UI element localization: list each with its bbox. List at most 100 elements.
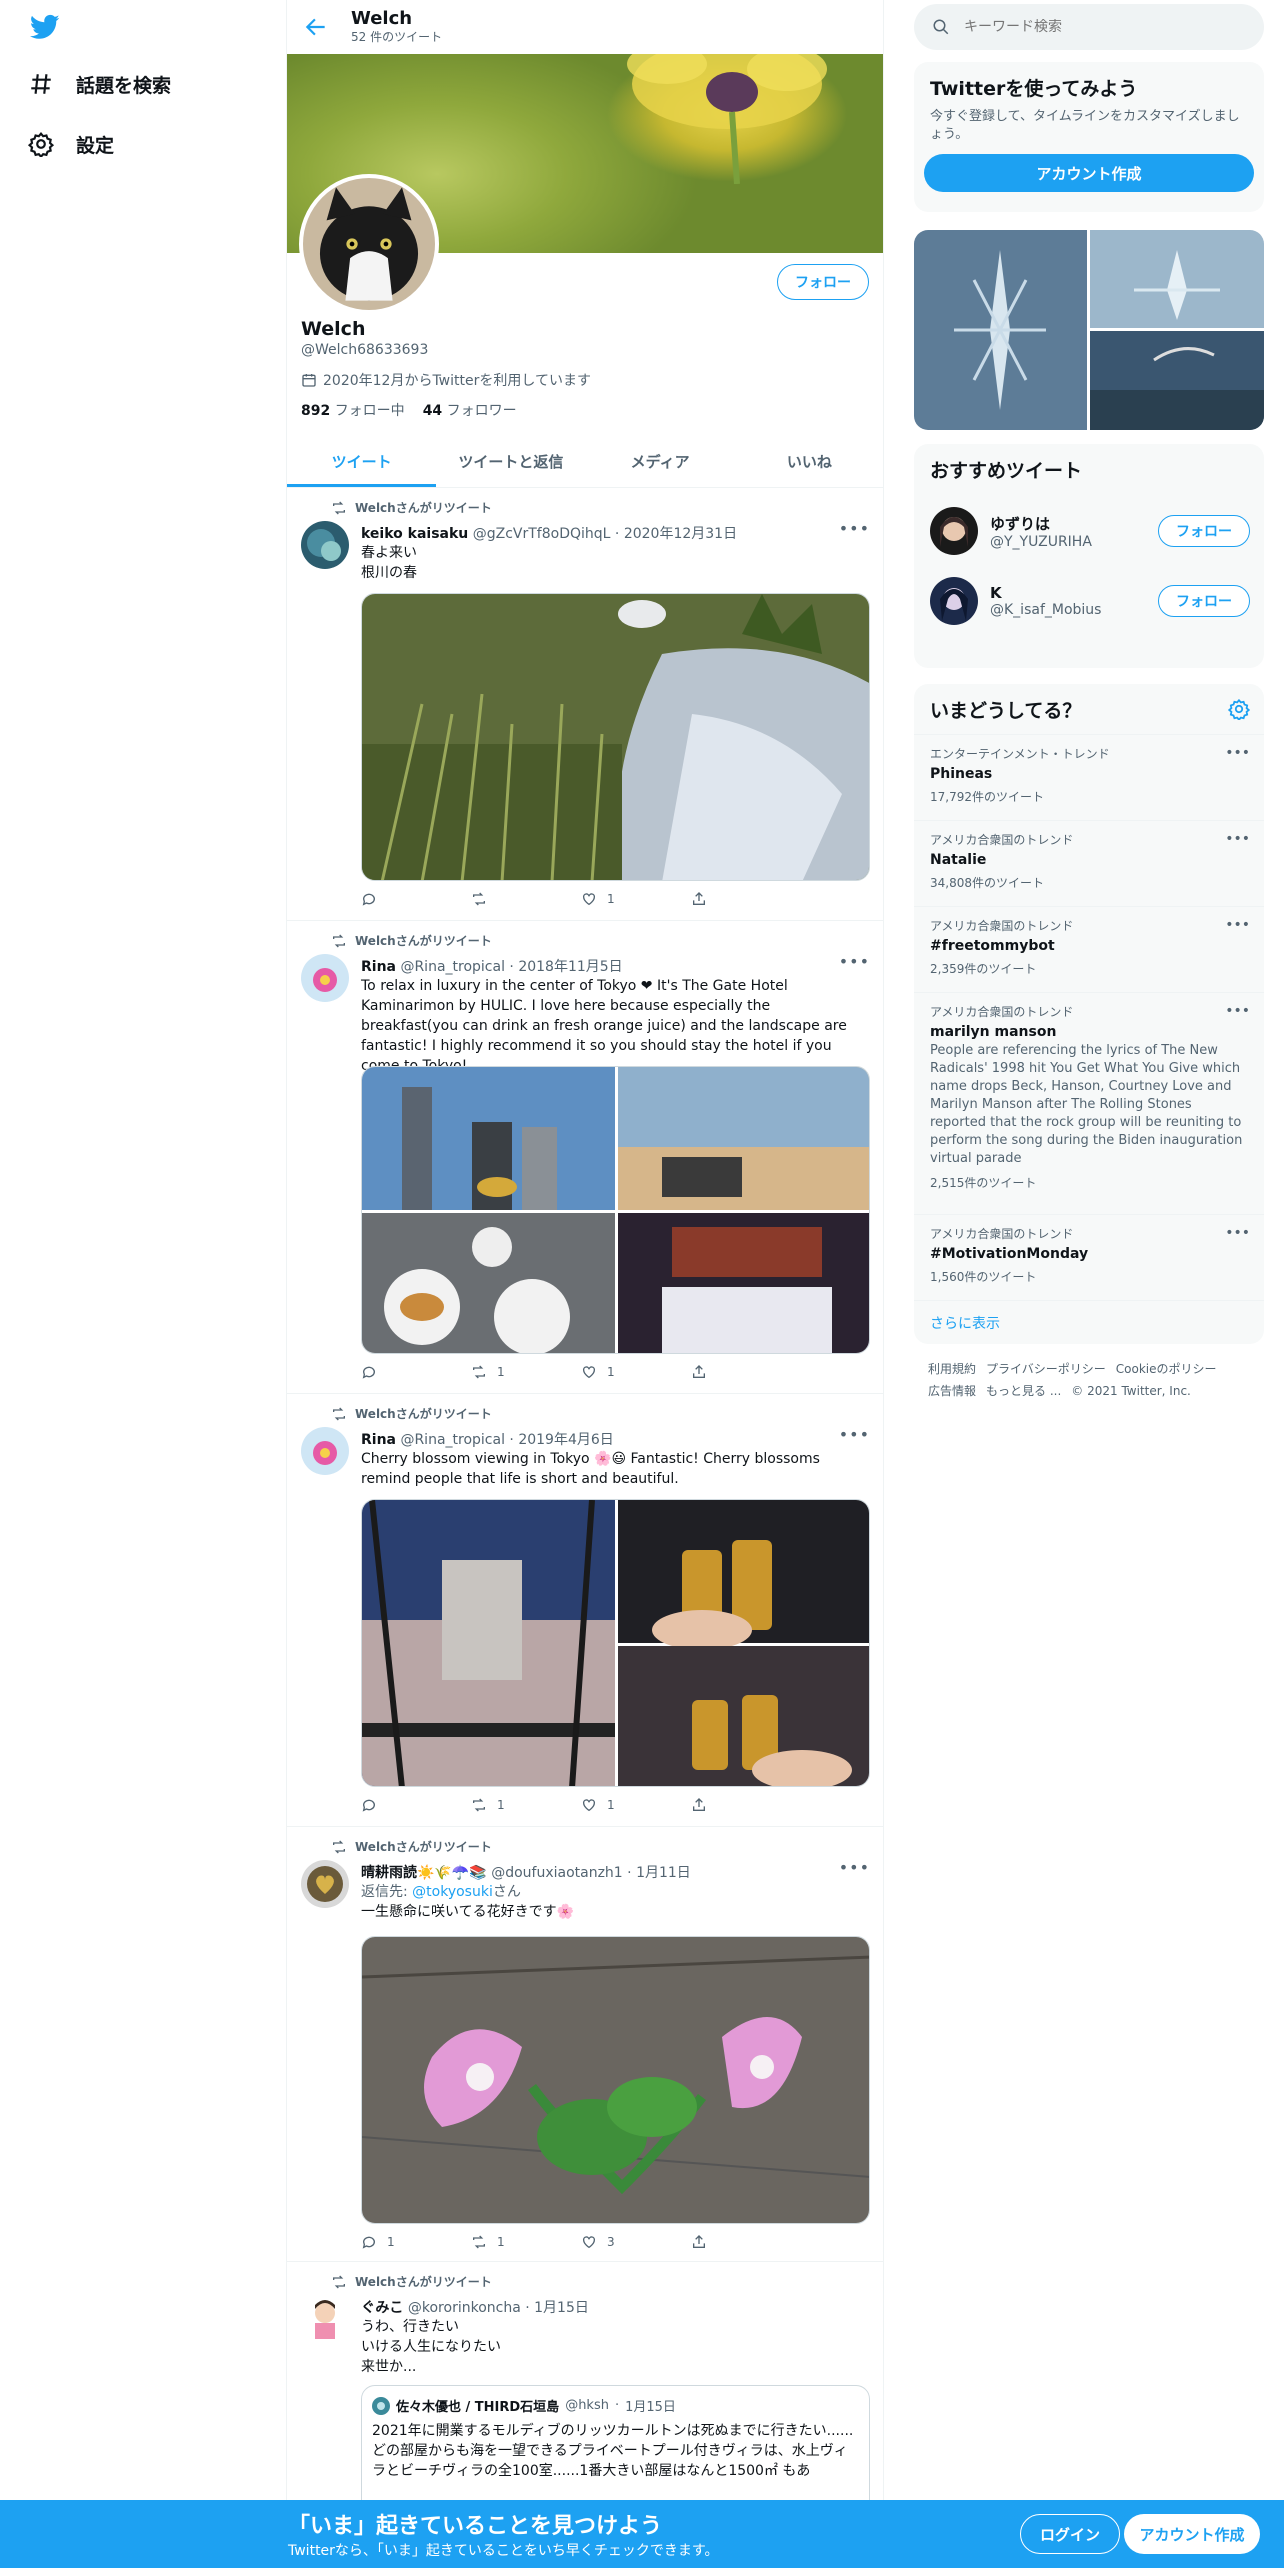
calendar-icon <box>302 374 316 387</box>
reply-button[interactable] <box>361 1364 461 1380</box>
quoted-tweet[interactable]: 佐々木優也 / THIRD石垣島 @hksh · 1月15日 2021年に開業す… <box>361 2385 870 2515</box>
tab-likes[interactable]: いいね <box>735 436 883 487</box>
reply-button[interactable] <box>361 891 461 907</box>
tweet-avatar[interactable] <box>301 2295 349 2343</box>
tweet-date[interactable]: 2020年12月31日 <box>624 526 737 542</box>
footer-cookie[interactable]: Cookieのポリシー <box>1116 1362 1217 1376</box>
like-button[interactable]: 1 <box>581 1364 681 1380</box>
more-options-icon[interactable]: ••• <box>1225 831 1250 847</box>
tweet-author-name[interactable]: Rina <box>361 1432 396 1448</box>
trend-item[interactable]: エンターテインメント・トレンド Phineas 17,792件のツイート ••• <box>914 734 1264 820</box>
footer-more[interactable]: もっと見る ... <box>986 1384 1061 1398</box>
share-button[interactable] <box>691 2234 791 2250</box>
trends-settings-icon[interactable] <box>1228 698 1250 720</box>
trend-item[interactable]: アメリカ合衆国のトレンド #MotivationMonday 1,560件のツイート… <box>914 1214 1264 1300</box>
tab-media[interactable]: メディア <box>586 436 735 487</box>
trend-count: 2,359件のツイート <box>930 962 1037 976</box>
header-title: Welch <box>351 8 413 29</box>
tweet-author-handle[interactable]: @doufuxiaotanzh1 <box>491 1865 623 1881</box>
retweet-button[interactable] <box>471 891 571 907</box>
footer-terms[interactable]: 利用規約 <box>928 1362 976 1376</box>
search-input[interactable] <box>964 19 1224 35</box>
tweet[interactable]: Welchさんがリツイート keiko kaisaku @gZcVrTf8oDQ… <box>287 489 883 921</box>
tweet-author-name[interactable]: keiko kaisaku <box>361 526 468 542</box>
more-options-icon[interactable]: ••• <box>1225 1225 1250 1241</box>
reply-icon <box>362 2236 375 2249</box>
reply-button[interactable] <box>361 1797 461 1813</box>
recommend-user[interactable]: ゆずりは @Y_YUZURIHA フォロー <box>914 496 1264 566</box>
more-options-icon[interactable]: ••• <box>1225 745 1250 761</box>
tweet-date[interactable]: 2019年4月6日 <box>518 1432 613 1448</box>
bottom-signup-button[interactable]: アカウント作成 <box>1124 2514 1260 2554</box>
trend-item[interactable]: アメリカ合衆国のトレンド #freetommybot 2,359件のツイート ••• <box>914 906 1264 992</box>
tweet-date[interactable]: 2018年11月5日 <box>518 959 622 975</box>
tweet-avatar[interactable] <box>301 521 349 569</box>
following-link[interactable]: 892 フォロー中 <box>301 400 405 420</box>
reply-button[interactable]: 1 <box>361 2234 461 2250</box>
more-options-icon[interactable]: ••• <box>839 1425 870 1444</box>
tweet-image-grid[interactable] <box>361 1499 870 1787</box>
tweet-image[interactable] <box>361 593 870 881</box>
recommend-follow-button[interactable]: フォロー <box>1158 515 1250 547</box>
share-button[interactable] <box>691 891 791 907</box>
tweet-image[interactable] <box>361 1936 870 2224</box>
tweet-text: うわ、行きたい いける人生になりたい 来世か... <box>361 2317 870 2377</box>
search-bar[interactable] <box>914 4 1264 50</box>
followers-link[interactable]: 44 フォロワー <box>423 400 517 420</box>
header-tweet-count: 52 件のツイート <box>351 30 443 44</box>
retweet-indicator: Welchさんがリツイート <box>331 1405 492 1422</box>
like-button[interactable]: 1 <box>581 891 681 907</box>
tweet-date[interactable]: 1月11日 <box>636 1865 691 1881</box>
tweet-avatar[interactable] <box>301 1860 349 1908</box>
tweet[interactable]: Welchさんがリツイート 晴耕雨読☀️🌾☂️📚 @doufuxiaotanzh… <box>287 1828 883 2262</box>
more-options-icon[interactable]: ••• <box>839 1858 870 1877</box>
tweet[interactable]: Welchさんがリツイート Rina @Rina_tropical · 2018… <box>287 922 883 1394</box>
tweet-author-handle[interactable]: @gZcVrTf8oDQihqL <box>473 526 611 542</box>
tweet-date[interactable]: 1月15日 <box>534 2300 589 2316</box>
follow-button[interactable]: フォロー <box>777 264 869 300</box>
tweet-author-handle[interactable]: @Rina_tropical <box>400 1432 505 1448</box>
tweet[interactable]: Welchさんがリツイート Rina @Rina_tropical · 2019… <box>287 1395 883 1827</box>
show-more-link[interactable]: さらに表示 <box>914 1300 1264 1344</box>
recommend-avatar[interactable] <box>930 507 978 555</box>
tab-tweets[interactable]: ツイート <box>287 436 437 487</box>
tweet-author-name[interactable]: 晴耕雨読☀️🌾☂️📚 <box>361 1865 487 1881</box>
more-options-icon[interactable]: ••• <box>1225 1003 1250 1019</box>
more-options-icon[interactable]: ••• <box>839 952 870 971</box>
retweet-label: Welchさんがリツイート <box>355 1407 492 1421</box>
more-options-icon[interactable]: ••• <box>839 519 870 538</box>
nav-settings[interactable]: 設定 <box>28 124 114 164</box>
reply-to-link[interactable]: @tokyosuki <box>412 1884 493 1900</box>
nav-explore[interactable]: 話題を検索 <box>28 64 171 104</box>
like-button[interactable]: 1 <box>581 1797 681 1813</box>
share-button[interactable] <box>691 1797 791 1813</box>
tweet-avatar[interactable] <box>301 954 349 1002</box>
recommend-user[interactable]: K @K_isaf_Mobius フォロー <box>914 566 1264 636</box>
tweet-author-handle[interactable]: @kororinkoncha <box>408 2300 521 2316</box>
recommend-follow-button[interactable]: フォロー <box>1158 585 1250 617</box>
twitter-logo-icon[interactable] <box>28 12 62 42</box>
tweet-avatar[interactable] <box>301 1427 349 1475</box>
footer-copyright: © 2021 Twitter, Inc. <box>1071 1384 1191 1398</box>
like-button[interactable]: 3 <box>581 2234 681 2250</box>
login-button[interactable]: ログイン <box>1020 2514 1120 2554</box>
trend-item[interactable]: アメリカ合衆国のトレンド marilyn manson People are ref… <box>914 992 1264 1214</box>
footer-privacy[interactable]: プライバシーポリシー <box>986 1362 1106 1376</box>
recommend-avatar[interactable] <box>930 577 978 625</box>
tweet-image-grid[interactable] <box>361 1066 870 1354</box>
tab-tweets-replies[interactable]: ツイートと返信 <box>436 436 585 487</box>
more-options-icon[interactable]: ••• <box>1225 917 1250 933</box>
share-button[interactable] <box>691 1364 791 1380</box>
trend-item[interactable]: アメリカ合衆国のトレンド Natalie 34,808件のツイート ••• <box>914 820 1264 906</box>
media-grid[interactable] <box>914 230 1264 430</box>
tweet-author-name[interactable]: Rina <box>361 959 396 975</box>
tweet-author-handle[interactable]: @Rina_tropical <box>400 959 505 975</box>
back-arrow-icon[interactable] <box>303 14 329 40</box>
footer-ads[interactable]: 広告情報 <box>928 1384 976 1398</box>
signup-button[interactable]: アカウント作成 <box>924 154 1254 192</box>
retweet-button[interactable]: 1 <box>471 1364 571 1380</box>
retweet-button[interactable]: 1 <box>471 2234 571 2250</box>
retweet-button[interactable]: 1 <box>471 1797 571 1813</box>
profile-avatar[interactable] <box>299 174 439 314</box>
tweet-author-name[interactable]: ぐみこ <box>361 2300 403 2316</box>
